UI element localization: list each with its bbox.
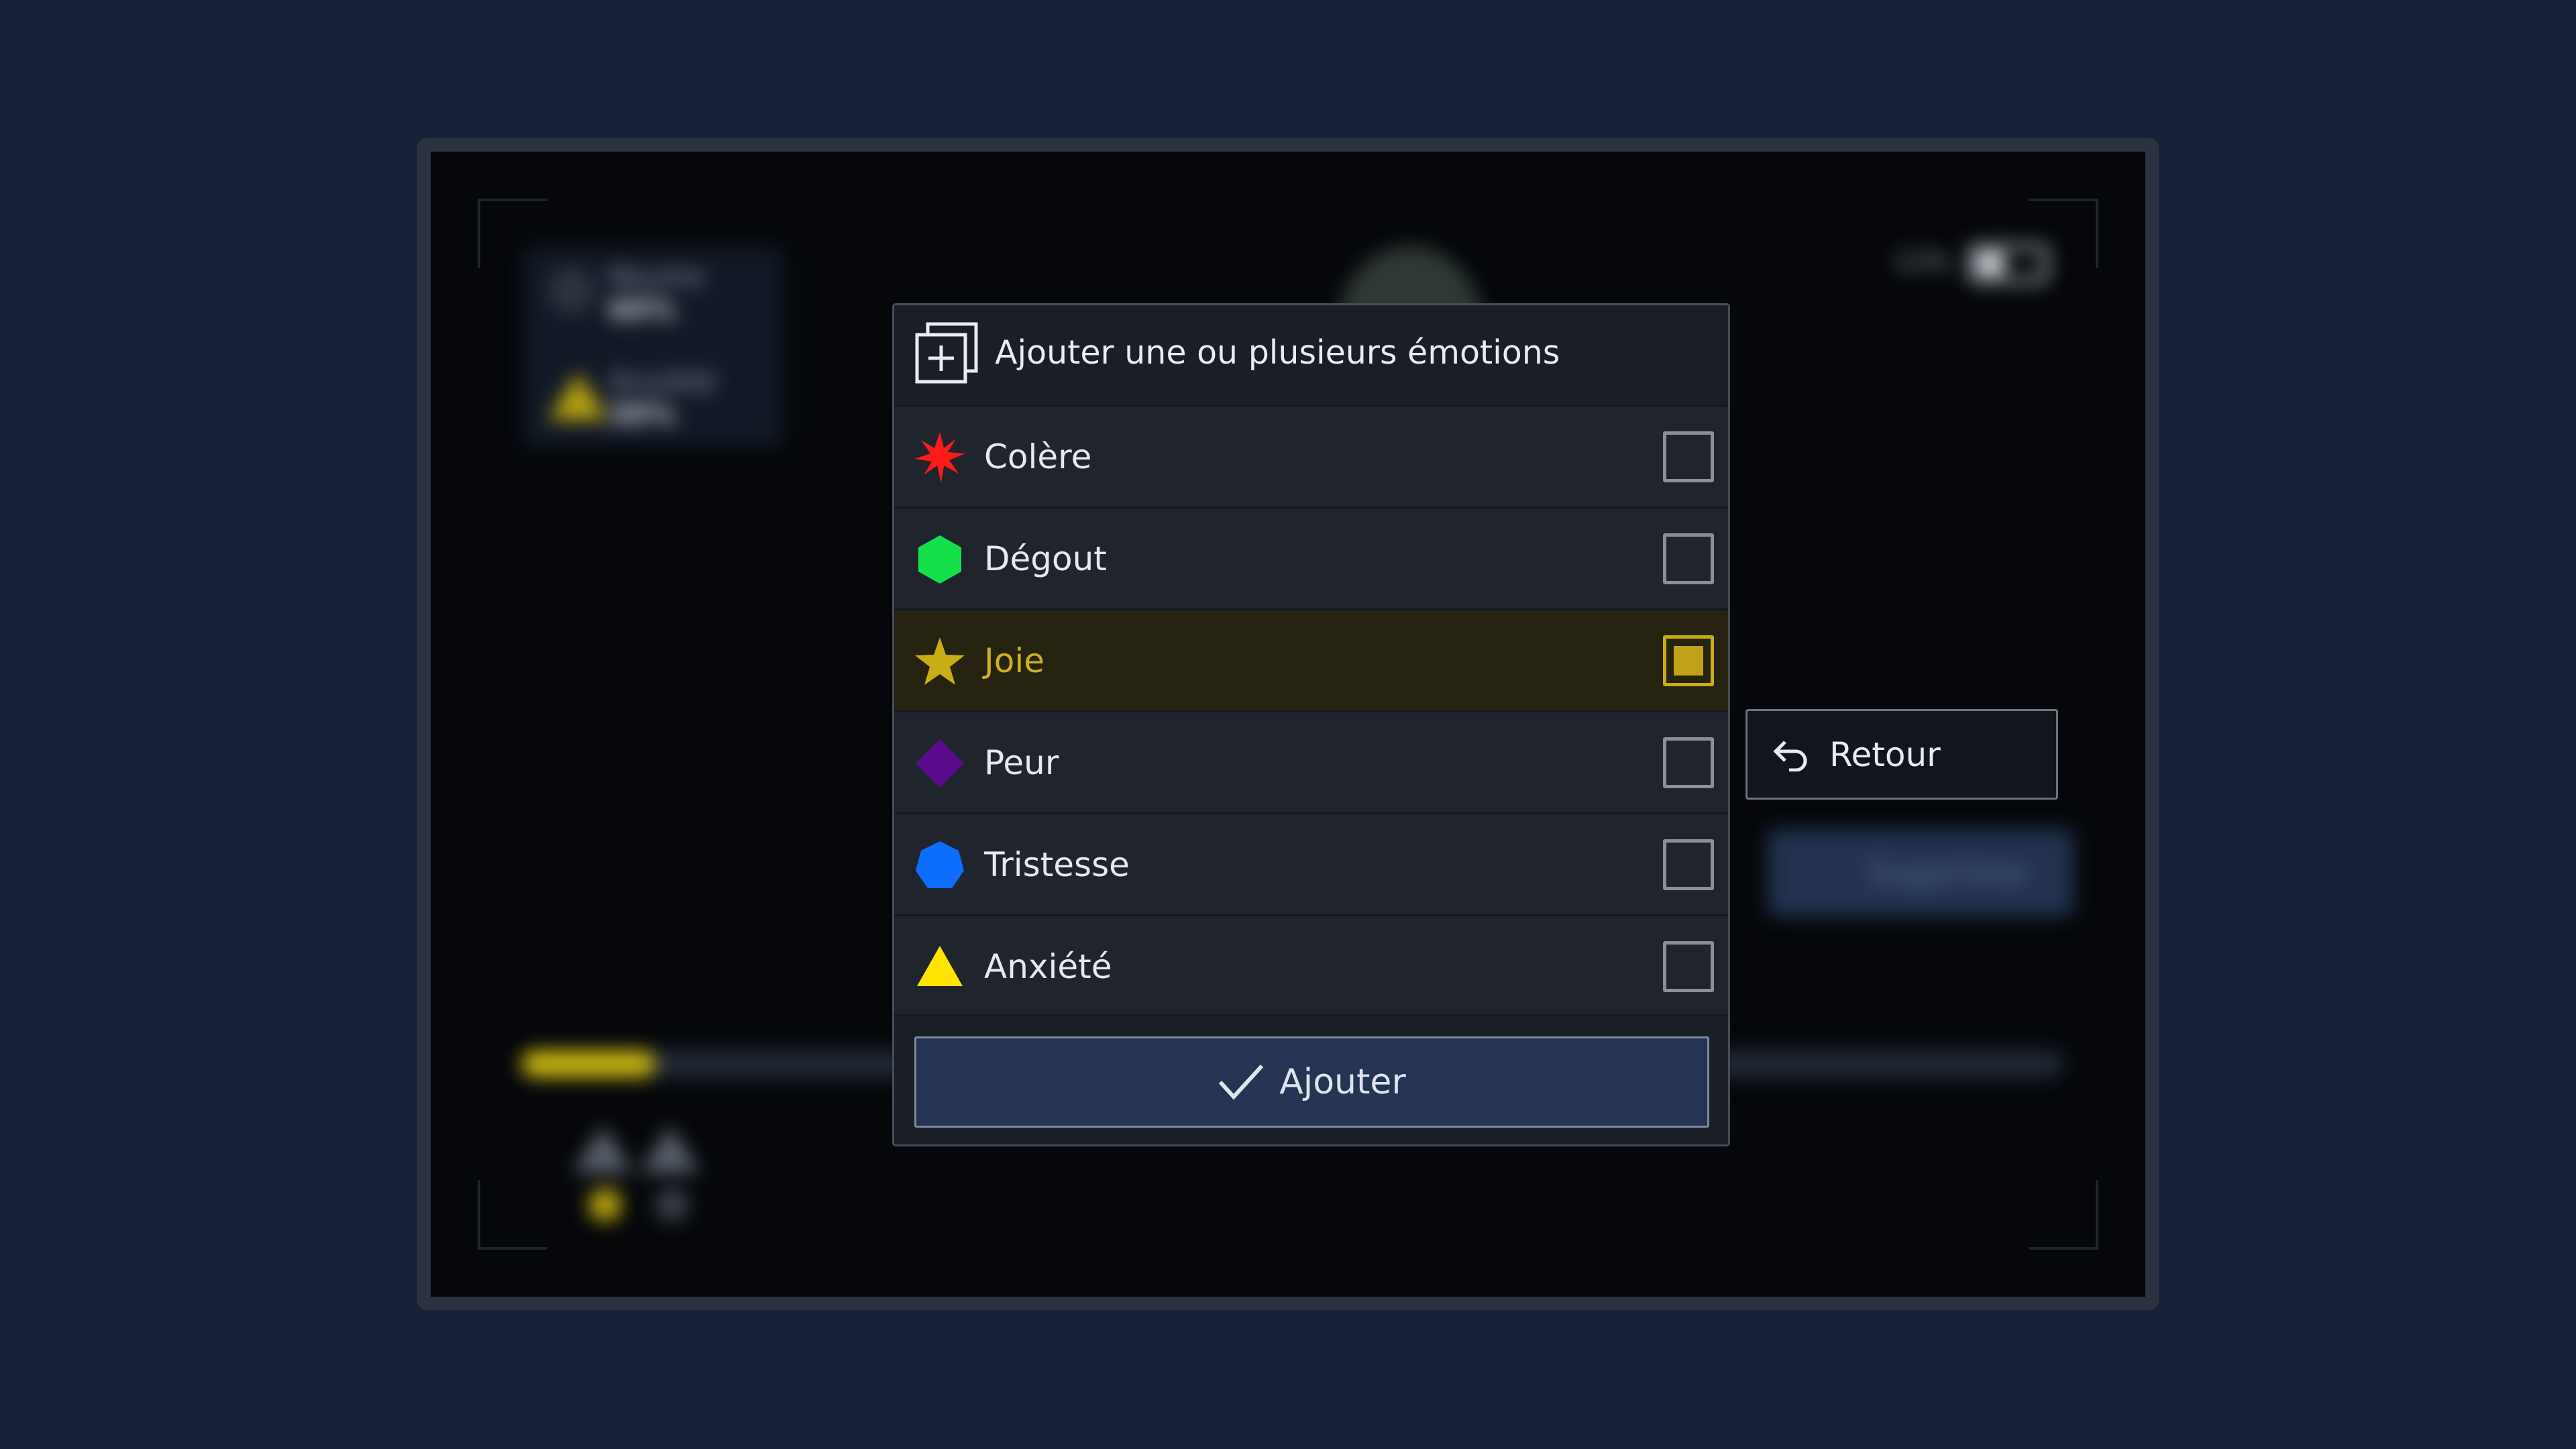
add-button[interactable]: Ajouter	[914, 1036, 1709, 1128]
bg-neutral-icon	[548, 267, 595, 314]
checkbox-peur[interactable]	[1663, 737, 1714, 788]
gold-star-icon	[915, 637, 965, 685]
back-button-label: Retour	[1829, 735, 1941, 774]
bg-row-neutral: Neutre 60%	[608, 260, 704, 326]
emotion-row-tristesse[interactable]: Tristesse	[894, 812, 1728, 914]
bg-marker-dot	[588, 1188, 622, 1222]
emotion-label: Peur	[984, 743, 1059, 782]
emotion-row-joie[interactable]: Joie	[894, 608, 1728, 710]
red-starburst-icon	[914, 432, 965, 483]
frame-corner	[478, 199, 547, 268]
emotion-label: Anxiété	[984, 947, 1112, 986]
emotion-label: Dégout	[984, 539, 1107, 578]
emotion-label: Colère	[984, 437, 1092, 476]
yellow-triangle-icon	[917, 946, 963, 986]
emotion-label: Joie	[984, 641, 1044, 680]
bg-row-anxiety: Anxiété 30%	[608, 365, 716, 431]
bg-delete-button: Supprimer	[1768, 829, 2074, 916]
dialog-header: Ajouter une ou plusieurs émotions	[894, 305, 1728, 405]
bg-timeline-fill	[521, 1051, 655, 1077]
emotion-row-anxiete[interactable]: Anxiété	[894, 914, 1728, 1016]
frame-corner	[2029, 199, 2098, 268]
add-button-label: Ajouter	[1279, 1062, 1406, 1102]
bg-marker-icon	[573, 1126, 633, 1173]
checkmark-icon	[1218, 1064, 1264, 1100]
checkbox-colere[interactable]	[1663, 431, 1714, 482]
checkbox-tristesse[interactable]	[1663, 839, 1714, 890]
bg-marker-dot	[655, 1188, 689, 1222]
emotion-row-degout[interactable]: Dégout	[894, 506, 1728, 608]
purple-diamond-icon	[916, 739, 964, 788]
emotion-label: Tristesse	[984, 845, 1130, 884]
add-stack-icon	[915, 322, 978, 384]
checkbox-degout[interactable]	[1663, 533, 1714, 584]
bg-marker-icon	[640, 1126, 700, 1173]
green-hexagon-icon	[918, 535, 961, 584]
frame-corner	[478, 1180, 547, 1250]
checkbox-joie[interactable]	[1663, 635, 1714, 686]
add-emotions-dialog: Ajouter une ou plusieurs émotions Colère…	[892, 303, 1730, 1146]
undo-arrow-icon	[1773, 740, 1807, 771]
dialog-title: Ajouter une ou plusieurs émotions	[995, 333, 1560, 372]
checkbox-anxiete[interactable]	[1663, 941, 1714, 992]
emotion-row-peur[interactable]: Peur	[894, 710, 1728, 812]
bg-anxiety-icon	[548, 373, 608, 420]
bg-battery-text: 12%	[1893, 247, 1950, 276]
back-button[interactable]: Retour	[1746, 709, 2058, 800]
blue-heptagon-icon	[916, 841, 964, 888]
emotion-row-colere[interactable]: Colère	[894, 405, 1728, 506]
frame-corner	[2029, 1180, 2098, 1250]
